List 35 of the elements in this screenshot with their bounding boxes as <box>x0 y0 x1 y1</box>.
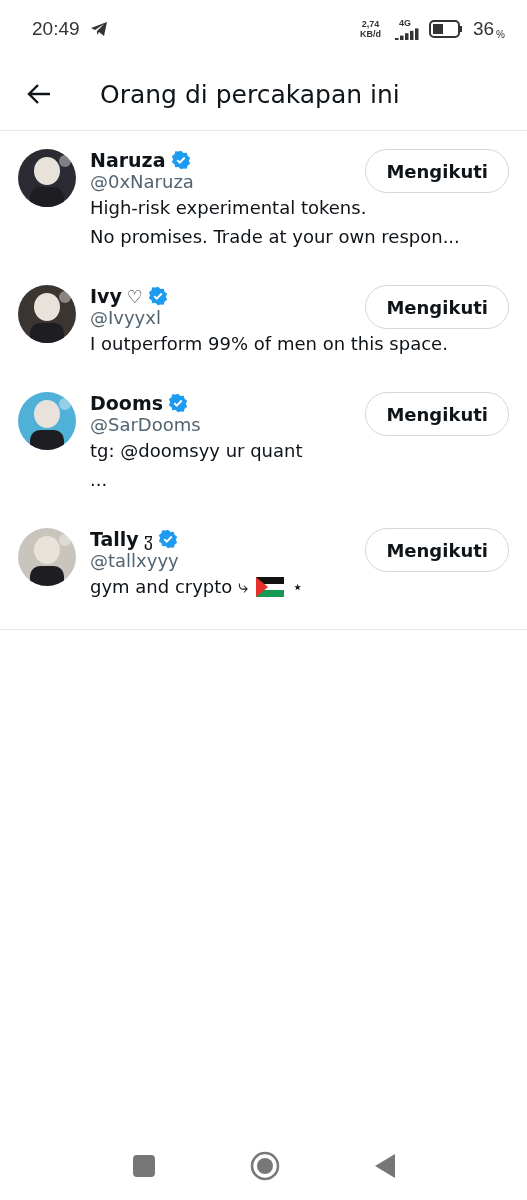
following-button[interactable]: Mengikuti <box>365 149 509 193</box>
user-handle: @SarDooms <box>90 414 201 435</box>
battery-percent: 36 <box>472 18 495 40</box>
following-button[interactable]: Mengikuti <box>365 285 509 329</box>
user-name[interactable]: Tally <box>90 528 139 550</box>
name-symbol: ჳ <box>143 528 153 550</box>
following-button[interactable]: Mengikuti <box>365 392 509 436</box>
user-handle: @tallxyyy <box>90 550 179 571</box>
battery-icon <box>428 20 463 38</box>
status-time: 20:49 <box>32 18 80 40</box>
percent-sign: % <box>496 29 505 40</box>
bio-text: No promises. Trade at your own respon... <box>90 225 461 249</box>
home-icon[interactable] <box>249 1151 280 1181</box>
following-button[interactable]: Mengikuti <box>365 528 509 572</box>
bio-text: ... <box>90 468 109 492</box>
back-arrow-icon[interactable] <box>26 83 52 105</box>
bio-text: I outperform 99% of men on this space. <box>90 332 449 356</box>
user-handle: @0xNaruza <box>90 171 194 192</box>
flag-icon <box>256 576 285 597</box>
user-name[interactable]: Ivy <box>90 285 122 307</box>
user-name[interactable]: Dooms <box>90 392 163 414</box>
page-title: Orang di percakapan ini <box>100 79 400 109</box>
user-name[interactable]: Naruza <box>90 149 166 171</box>
telegram-icon <box>89 21 108 37</box>
name-symbol: ♡ <box>126 285 143 307</box>
data-speed-unit: KB/d <box>359 29 381 39</box>
recents-icon[interactable] <box>132 1155 155 1177</box>
back-icon[interactable] <box>374 1154 395 1178</box>
bio-text: High-risk experimental tokens. <box>90 196 368 220</box>
star-symbol: ⋆ <box>292 575 304 599</box>
bio-text: gym and crypto ⤷ <box>90 575 249 599</box>
bio-text: tg: @doomsyy ur quant <box>90 439 304 463</box>
user-handle: @Ivyyxl <box>90 307 162 328</box>
network-type: 4G <box>398 18 411 28</box>
data-speed: 2,74 <box>361 19 380 29</box>
